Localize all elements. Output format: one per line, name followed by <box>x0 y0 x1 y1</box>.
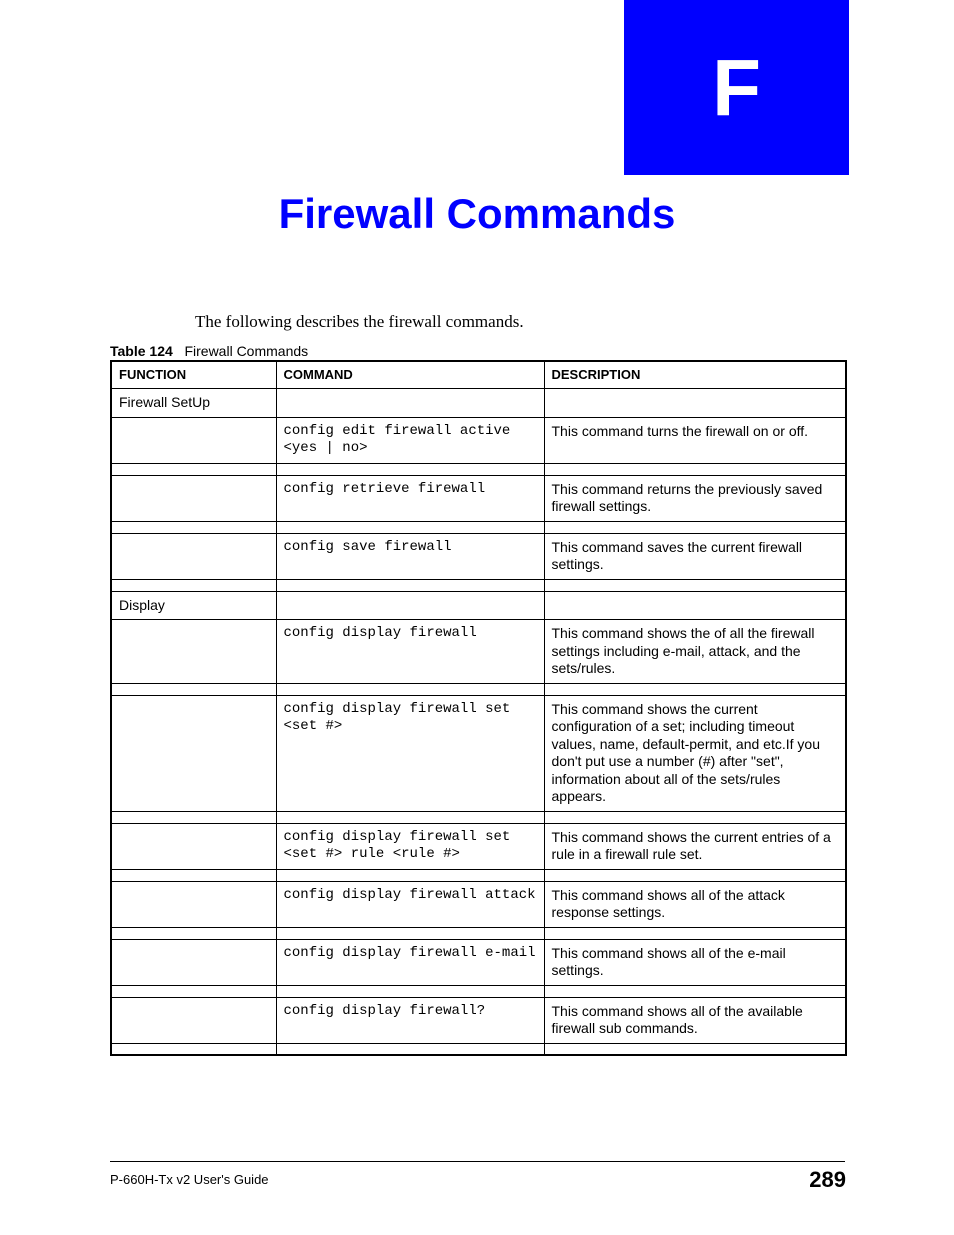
table-caption-text: Firewall Commands <box>184 343 308 359</box>
cell-command: config retrieve firewall <box>276 475 544 521</box>
spacer-cell <box>111 579 276 591</box>
table-row: config edit firewall active <yes | no>Th… <box>111 417 846 463</box>
cell-function <box>111 939 276 985</box>
cell-description: This command shows all of the available … <box>544 997 846 1043</box>
cell-description: This command shows all of the e-mail set… <box>544 939 846 985</box>
cell-command: config display firewall attack <box>276 881 544 927</box>
intro-text: The following describes the firewall com… <box>195 312 524 332</box>
cell-command: config display firewall e-mail <box>276 939 544 985</box>
table-caption-label: Table 124 <box>110 343 173 359</box>
cell-command: config display firewall? <box>276 997 544 1043</box>
cell-command: config edit firewall active <yes | no> <box>276 417 544 463</box>
cell-description: This command turns the firewall on or of… <box>544 417 846 463</box>
spacer-cell <box>111 521 276 533</box>
table-row: Display <box>111 591 846 620</box>
spacer-cell <box>544 521 846 533</box>
table-row: config save firewallThis command saves t… <box>111 533 846 579</box>
appendix-letter: F <box>712 42 761 134</box>
table-row: config display firewall set <set #> rule… <box>111 823 846 869</box>
spacer-cell <box>111 985 276 997</box>
footer-guide-name: P-660H-Tx v2 User's Guide <box>110 1172 269 1187</box>
spacer-cell <box>111 683 276 695</box>
table-header-row: FUNCTION COMMAND DESCRIPTION <box>111 361 846 389</box>
spacer-cell <box>276 985 544 997</box>
table-row: config display firewall e-mailThis comma… <box>111 939 846 985</box>
header-function: FUNCTION <box>111 361 276 389</box>
table-spacer-row <box>111 811 846 823</box>
cell-command: config display firewall <box>276 620 544 684</box>
spacer-cell <box>276 521 544 533</box>
table-row: config display firewallThis command show… <box>111 620 846 684</box>
cell-command <box>276 389 544 418</box>
table-spacer-row <box>111 985 846 997</box>
spacer-cell <box>544 811 846 823</box>
cell-function <box>111 823 276 869</box>
spacer-cell <box>111 927 276 939</box>
cell-description: This command shows the current configura… <box>544 695 846 811</box>
table-spacer-row <box>111 869 846 881</box>
cell-command: config display firewall set <set #> rule… <box>276 823 544 869</box>
spacer-cell <box>276 1043 544 1055</box>
spacer-cell <box>544 579 846 591</box>
cell-description: This command shows the current entries o… <box>544 823 846 869</box>
spacer-cell <box>544 927 846 939</box>
cell-function <box>111 417 276 463</box>
cell-description: This command shows all of the attack res… <box>544 881 846 927</box>
header-command: COMMAND <box>276 361 544 389</box>
spacer-cell <box>544 463 846 475</box>
firewall-commands-table: FUNCTION COMMAND DESCRIPTION Firewall Se… <box>110 360 847 1056</box>
spacer-cell <box>544 869 846 881</box>
appendix-tab: F <box>624 0 849 175</box>
spacer-cell <box>276 579 544 591</box>
table-spacer-row <box>111 521 846 533</box>
cell-description: This command saves the current firewall … <box>544 533 846 579</box>
spacer-cell <box>276 683 544 695</box>
cell-description <box>544 591 846 620</box>
spacer-cell <box>544 1043 846 1055</box>
cell-function: Firewall SetUp <box>111 389 276 418</box>
spacer-cell <box>544 985 846 997</box>
cell-command: config save firewall <box>276 533 544 579</box>
cell-function <box>111 997 276 1043</box>
cell-description <box>544 389 846 418</box>
table-spacer-row <box>111 1043 846 1055</box>
page-title: Firewall Commands <box>0 190 954 238</box>
cell-function: Display <box>111 591 276 620</box>
table-row: config display firewall attackThis comma… <box>111 881 846 927</box>
table-row: config retrieve firewallThis command ret… <box>111 475 846 521</box>
table-row: Firewall SetUp <box>111 389 846 418</box>
spacer-cell <box>276 463 544 475</box>
cell-function <box>111 533 276 579</box>
table-row: config display firewall?This command sho… <box>111 997 846 1043</box>
cell-description: This command shows the of all the firewa… <box>544 620 846 684</box>
header-description: DESCRIPTION <box>544 361 846 389</box>
cell-function <box>111 695 276 811</box>
spacer-cell <box>276 869 544 881</box>
cell-function <box>111 881 276 927</box>
footer-rule <box>110 1161 845 1162</box>
spacer-cell <box>111 463 276 475</box>
cell-function <box>111 475 276 521</box>
footer-page-number: 289 <box>809 1167 846 1193</box>
table-row: config display firewall set <set #>This … <box>111 695 846 811</box>
spacer-cell <box>276 927 544 939</box>
table-spacer-row <box>111 927 846 939</box>
table-caption: Table 124 Firewall Commands <box>110 343 308 359</box>
cell-command: config display firewall set <set #> <box>276 695 544 811</box>
table-spacer-row <box>111 579 846 591</box>
spacer-cell <box>111 1043 276 1055</box>
cell-description: This command returns the previously save… <box>544 475 846 521</box>
cell-command <box>276 591 544 620</box>
spacer-cell <box>544 683 846 695</box>
spacer-cell <box>111 811 276 823</box>
table-spacer-row <box>111 683 846 695</box>
cell-function <box>111 620 276 684</box>
spacer-cell <box>276 811 544 823</box>
spacer-cell <box>111 869 276 881</box>
table-spacer-row <box>111 463 846 475</box>
